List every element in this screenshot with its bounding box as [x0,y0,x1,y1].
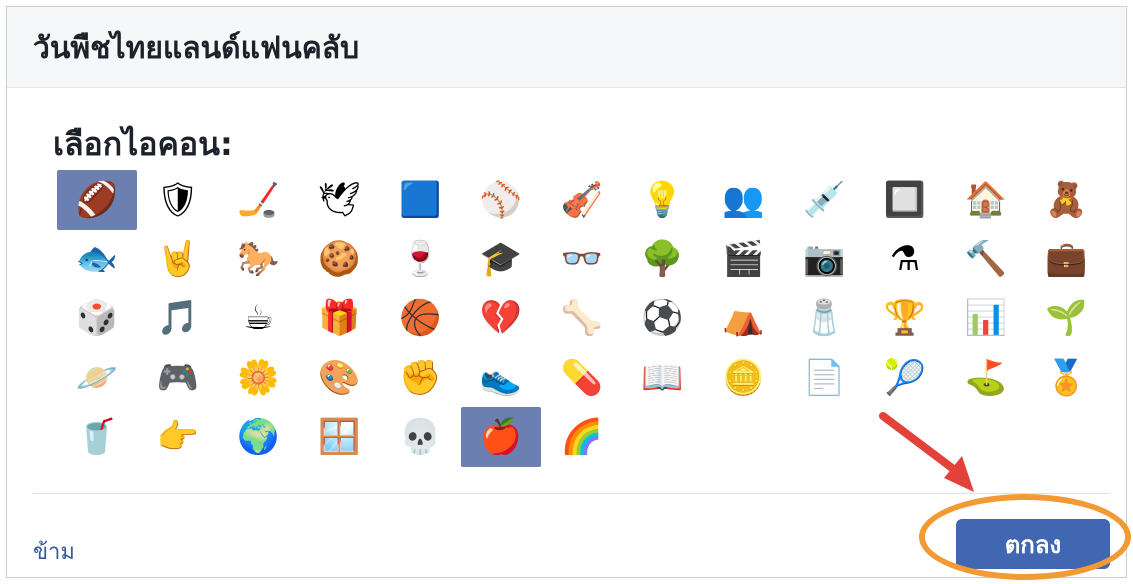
golf-icon[interactable]: ⛳ [946,348,1026,408]
choose-icon-label: เลือกไอคอน: [53,125,233,163]
skull-icon[interactable]: 💀 [380,407,460,467]
group-icon[interactable]: 👥 [703,170,783,230]
wine-glass-icon[interactable]: 🍷 [380,229,460,289]
document-icon[interactable]: 📄 [784,348,864,408]
salt-shaker-icon[interactable]: 🧂 [784,288,864,348]
briefcase-icon[interactable]: 💼 [1027,229,1107,289]
american-football-icon[interactable]: 🏈 [57,170,137,230]
skip-link[interactable]: ข้าม [33,534,75,569]
chip-icon[interactable]: 🔲 [865,170,945,230]
grid-window-icon[interactable]: 🪟 [299,407,379,467]
house-icon[interactable]: 🏠 [946,170,1026,230]
gift-icon[interactable]: 🎁 [299,288,379,348]
cookie-icon[interactable]: 🍪 [299,229,379,289]
badge-icon[interactable]: 🏅 [1027,348,1107,408]
flower-icon[interactable]: 🌼 [219,348,299,408]
teddy-bear-icon[interactable]: 🧸 [1027,170,1107,230]
camera-icon[interactable]: 📷 [784,229,864,289]
plant-icon[interactable]: 🌱 [1027,288,1107,348]
ok-button[interactable]: ตกลง [956,519,1110,569]
baseball-icon[interactable]: ⚾ [461,170,541,230]
graduation-cap-icon[interactable]: 🎓 [461,229,541,289]
rock-hand-icon[interactable]: 🤘 [138,229,218,289]
planet-icon[interactable]: 🪐 [57,348,137,408]
pointing-hand-icon[interactable]: 👉 [138,407,218,467]
blue-square-icon[interactable]: 🟦 [380,170,460,230]
clapperboard-icon[interactable]: 🎬 [703,229,783,289]
sneaker-icon[interactable]: 👟 [461,348,541,408]
music-note-icon[interactable]: 🎵 [138,288,218,348]
flask-icon[interactable]: ⚗ [865,229,945,289]
icon-picker-dialog: วันพืชไทยแลนด์แฟนคลับ เลือกไอคอน: 🏈 🛡 🏒 🕊 🟦 ⚾… [6,6,1127,578]
footer-divider [33,493,1110,494]
trophy-icon[interactable]: 🏆 [865,288,945,348]
broken-heart-icon[interactable]: 💔 [461,288,541,348]
pie-chart-icon[interactable]: 📊 [946,288,1026,348]
bone-icon[interactable]: 🦴 [542,288,622,348]
fist-icon[interactable]: ✊ [380,348,460,408]
glasses-icon[interactable]: 👓 [542,229,622,289]
lightbulb-icon[interactable]: 💡 [623,170,703,230]
fish-icon[interactable]: 🐟 [57,229,137,289]
pills-icon[interactable]: 💊 [542,348,622,408]
gavel-icon[interactable]: 🔨 [946,229,1026,289]
soccer-ball-icon[interactable]: ⚽ [623,288,703,348]
coin-icon[interactable]: 🪙 [703,348,783,408]
tree-icon[interactable]: 🌳 [623,229,703,289]
apple-icon[interactable]: 🍎 [461,406,541,467]
tent-night-icon[interactable]: ⛺ [703,288,783,348]
dialog-header: วันพืชไทยแลนด์แฟนคลับ [7,7,1126,88]
game-controller-icon[interactable]: 🎮 [138,348,218,408]
dice-icon[interactable]: 🎲 [57,288,137,348]
violin-icon[interactable]: 🎻 [542,170,622,230]
icon-grid: 🏈 🛡 🏒 🕊 🟦 ⚾ 🎻 💡 👥 💉 🔲 🏠 🧸 🐟 🤘 🐎 🍪 🍷 🎓 👓 🌳 🎬 📷 ⚗ 🔨 💼 🎲 🎵 ☕ 🎁 🏀 💔 🦴 ⚽ ⛺ 🧂 🏆 📊 🌱 🪐… [57,170,1117,490]
shield-icon[interactable]: 🛡 [138,170,218,230]
basketball-icon[interactable]: 🏀 [380,288,460,348]
tennis-racket-icon[interactable]: 🎾 [865,348,945,408]
palette-icon[interactable]: 🎨 [299,348,379,408]
dialog-title: วันพืชไทยแลนด์แฟนคลับ [33,31,360,66]
coffee-icon[interactable]: ☕ [219,288,299,348]
hockey-puck-icon[interactable]: 🏒 [219,170,299,230]
rainbow-icon[interactable]: 🌈 [542,407,622,467]
book-icon[interactable]: 📖 [623,348,703,408]
red-cup-icon[interactable]: 🥤 [57,407,137,467]
syringe-icon[interactable]: 💉 [784,170,864,230]
horse-icon[interactable]: 🐎 [219,229,299,289]
globe-icon[interactable]: 🌍 [219,407,299,467]
dove-icon[interactable]: 🕊 [299,170,379,230]
